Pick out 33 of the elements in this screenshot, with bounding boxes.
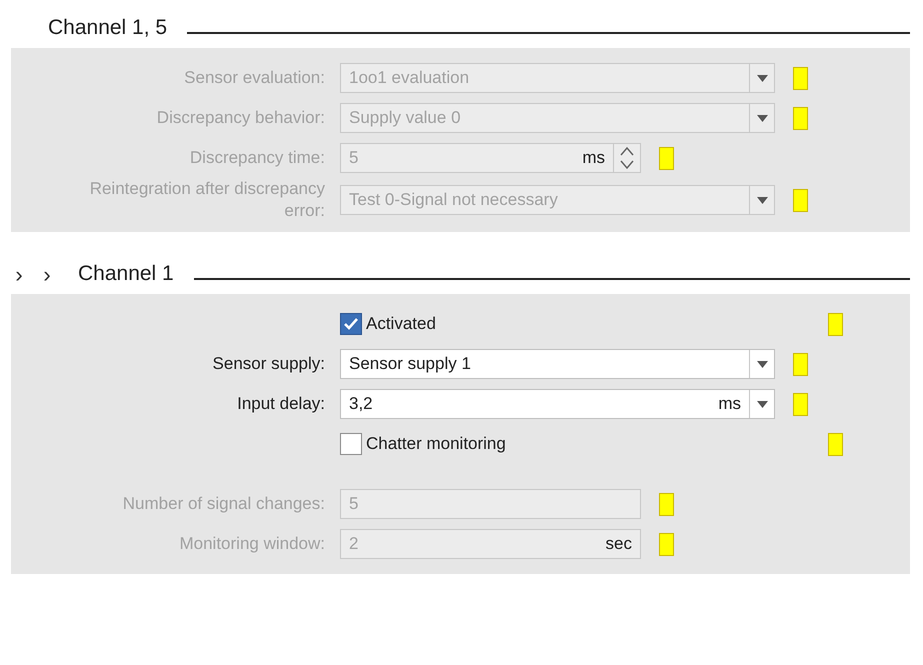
caret-icon	[756, 196, 768, 204]
expand-chevron[interactable]: ›	[12, 264, 26, 286]
field-label: Sensor evaluation:	[184, 68, 325, 87]
caret-icon	[756, 114, 768, 122]
field-label: Monitoring window:	[179, 534, 325, 553]
field-label: Sensor supply:	[212, 354, 325, 373]
status-marker	[793, 106, 808, 130]
caret-icon	[756, 74, 768, 82]
expand-chevron[interactable]: ›	[40, 264, 54, 286]
status-marker	[828, 312, 843, 336]
status-marker	[793, 392, 808, 416]
status-marker	[828, 432, 843, 456]
caret-icon	[756, 400, 768, 408]
dropdown[interactable]: Sensor supply 1	[340, 349, 775, 379]
checkbox[interactable]: Activated	[340, 313, 810, 335]
field-label: Reintegration after discrepancy error:	[90, 179, 325, 220]
status-marker	[793, 188, 808, 212]
spinner-icon[interactable]	[620, 146, 634, 170]
field-label: Input delay:	[237, 394, 325, 413]
status-marker	[659, 532, 674, 556]
status-marker	[793, 352, 808, 376]
dropdown[interactable]: 3,2 ms	[340, 389, 775, 419]
field-label: Discrepancy behavior:	[156, 108, 325, 127]
caret-icon	[756, 360, 768, 368]
checkmark-icon	[343, 317, 359, 331]
status-marker	[659, 146, 674, 170]
field-label: Discrepancy time:	[190, 148, 325, 167]
status-marker	[659, 492, 674, 516]
field-label: Number of signal changes:	[122, 494, 325, 513]
status-marker	[793, 66, 808, 90]
section-title: Channel 1	[78, 263, 174, 286]
section-title: Channel 1, 5	[48, 17, 168, 40]
checkbox[interactable]: Chatter monitoring	[340, 433, 810, 455]
